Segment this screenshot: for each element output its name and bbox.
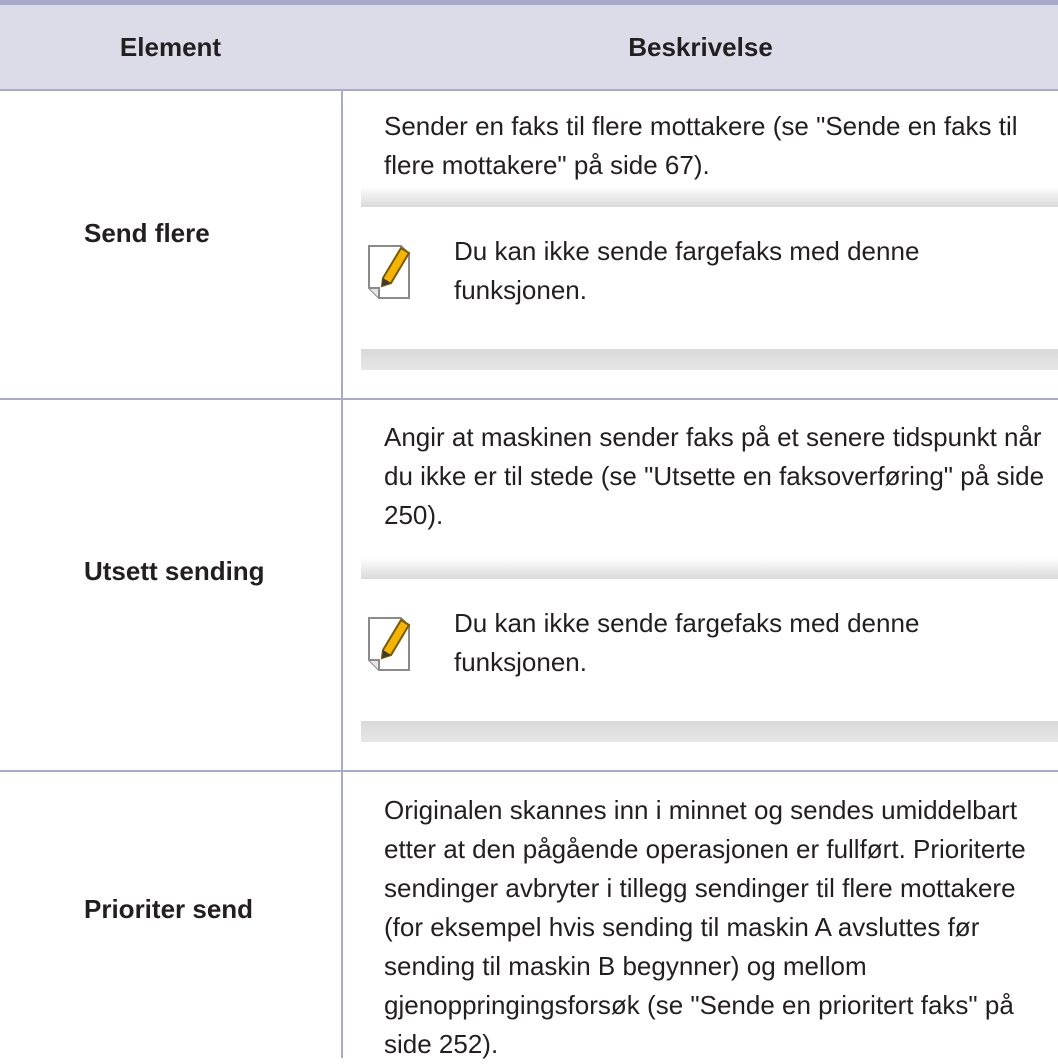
row-description-send-flere: Sender en faks til flere mottakere (se "… [384, 111, 1018, 180]
note-text: Du kan ikke sende fargefaks med denne fu… [454, 236, 920, 305]
row-element-send-flere: Send flere [84, 218, 210, 248]
pencil-note-icon [368, 245, 411, 299]
row-element-prioriter-send: Prioriter send [84, 894, 254, 924]
pencil-note-icon [368, 617, 411, 671]
note-bottom-bar [361, 721, 1058, 742]
note-bottom-bar [361, 349, 1058, 370]
note-box: Du kan ikke sende fargefaks med denne fu… [361, 186, 1058, 370]
header-element: Element [119, 31, 222, 62]
row-divider [0, 770, 1058, 772]
row-description-prioriter-send: Originalen skannes inn i minnet og sende… [384, 795, 1026, 1059]
note-top-bar [361, 558, 1058, 579]
note-text: Du kan ikke sende fargefaks med denne fu… [454, 608, 920, 677]
header-divider [0, 89, 1058, 91]
column-divider [341, 89, 343, 1058]
table-header: Element Beskrivelse [0, 5, 1058, 89]
note-box: Du kan ikke sende fargefaks med denne fu… [361, 558, 1058, 742]
row-element-utsett-sending: Utsett sending [84, 556, 265, 586]
row-description-utsett-sending: Angir at maskinen sender faks på et sene… [384, 422, 1045, 530]
note-top-bar [361, 186, 1058, 207]
options-table: Element Beskrivelse Send flere Sender en… [0, 0, 1058, 1059]
row-divider [0, 398, 1058, 400]
header-description: Beskrivelse [628, 31, 773, 62]
